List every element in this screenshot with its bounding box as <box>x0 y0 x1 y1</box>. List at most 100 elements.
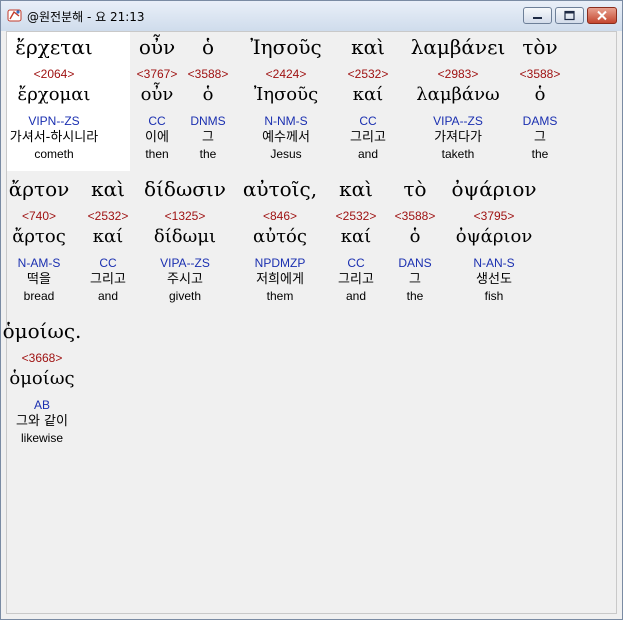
lemma: ὀψάριον <box>455 226 533 247</box>
parsing-code: NPDMZP <box>254 256 306 270</box>
parsing-code: CC <box>99 256 117 270</box>
english-gloss: likewise <box>20 431 63 445</box>
word-cell[interactable]: τὸν <3588> ὁ DAMS 그 the <box>512 32 568 162</box>
korean-gloss: 가셔서-하시니라 <box>9 130 99 145</box>
greek-word: καὶ <box>351 35 385 59</box>
strongs-number: <2064> <box>33 67 75 81</box>
parsing-code: VIPN--ZS <box>28 114 80 128</box>
strongs-number: <3588> <box>394 209 436 223</box>
parsing-code: N-AM-S <box>17 256 61 270</box>
english-gloss: taketh <box>441 147 475 161</box>
korean-gloss: 그 <box>202 130 214 145</box>
english-gloss: bread <box>23 289 55 303</box>
strongs-number: <2532> <box>87 209 129 223</box>
strongs-number: <3795> <box>473 209 515 223</box>
korean-gloss: 예수께서 <box>262 130 310 145</box>
korean-gloss: 그리고 <box>350 130 386 145</box>
korean-gloss: 그와 같이 <box>16 414 68 429</box>
lemma: ὁ <box>202 84 214 105</box>
word-cell[interactable]: ἄρτον <740> ἄρτος N-AM-S 떡을 bread <box>1 174 77 304</box>
word-cell[interactable]: καὶ <2532> καί CC 그리고 and <box>76 174 140 304</box>
strongs-number: <2424> <box>265 67 307 81</box>
greek-word: ἄρτον <box>8 177 70 201</box>
strongs-number: <2532> <box>347 67 389 81</box>
strongs-number: <740> <box>21 209 57 223</box>
window-title: @원전분해 - 요 21:13 <box>27 10 145 24</box>
lemma: ὁμοίως <box>9 368 75 389</box>
english-gloss: the <box>406 289 424 303</box>
parsing-code: AB <box>33 398 50 412</box>
word-cell[interactable]: καὶ <2532> καί CC 그리고 and <box>324 174 388 304</box>
strongs-number: <3588> <box>519 67 561 81</box>
parsing-code: DANS <box>398 256 432 270</box>
parsing-code: CC <box>148 114 166 128</box>
greek-word: Ἰησοῦς <box>250 35 322 59</box>
greek-word: αὐτοῖς, <box>242 177 318 201</box>
strongs-number: <2983> <box>437 67 479 81</box>
greek-word: ὀψάριον <box>451 177 537 201</box>
english-gloss: fish <box>484 289 504 303</box>
english-gloss: Jesus <box>270 147 302 161</box>
lemma: καί <box>352 84 384 105</box>
greek-word: οὖν <box>138 35 176 59</box>
title-bar[interactable]: @원전분해 - 요 21:13 <box>1 1 622 31</box>
word-cell[interactable]: ὁμοίως. <3668> ὁμοίως AB 그와 같이 likewise <box>0 316 87 446</box>
parsing-code: N-NM-S <box>264 114 308 128</box>
parsing-code: DAMS <box>522 114 558 128</box>
word-cell[interactable]: δίδωσιν <1325> δίδωμι VIPA--ZS 주시고 giveth <box>137 174 233 304</box>
lemma: ἔρχομαι <box>17 84 91 105</box>
word-cell[interactable]: ὁ <3588> ὁ DNMS 그 the <box>183 32 233 162</box>
korean-gloss: 그리고 <box>338 272 374 287</box>
maximize-icon <box>564 10 575 21</box>
minimize-icon <box>533 17 542 19</box>
strongs-number: <3588> <box>187 67 229 81</box>
lemma: ὁ <box>534 84 546 105</box>
greek-word: λαμβάνει <box>410 35 506 59</box>
greek-word: ὁμοίως. <box>2 319 82 343</box>
korean-gloss: 생선도 <box>476 272 512 287</box>
word-cell[interactable]: αὐτοῖς, <846> αὐτός NPDMZP 저희에게 them <box>232 174 328 304</box>
strongs-number: <2532> <box>335 209 377 223</box>
word-cell[interactable]: τὸ <3588> ὁ DANS 그 the <box>388 174 442 304</box>
word-cell[interactable]: καὶ <2532> καί CC 그리고 and <box>334 32 402 162</box>
strongs-number: <1325> <box>164 209 206 223</box>
interlinear-panel: ἔρχεται <2064> ἔρχομαι VIPN--ZS 가셔서-하시니라 come… <box>3 31 617 614</box>
word-cell[interactable]: ἔρχεται <2064> ἔρχομαι VIPN--ZS 가셔서-하시니라 come… <box>0 32 115 162</box>
english-gloss: cometh <box>34 147 74 161</box>
lemma: αὐτός <box>253 226 307 247</box>
greek-word: ὁ <box>201 35 215 59</box>
english-gloss: and <box>97 289 119 303</box>
word-cell[interactable]: λαμβάνει <2983> λαμβάνω VIPA--ZS 가져다가 taketh <box>404 32 512 162</box>
english-gloss: the <box>199 147 217 161</box>
greek-word: καὶ <box>339 177 373 201</box>
close-button[interactable] <box>587 7 617 24</box>
minimize-button[interactable] <box>523 7 552 24</box>
korean-gloss: 가져다가 <box>434 130 482 145</box>
english-gloss: them <box>266 289 294 303</box>
word-cell[interactable]: Ἰησοῦς <2424> Ἰησοῦς N-NM-S 예수께서 Jesus <box>236 32 336 162</box>
strongs-number: <3668> <box>21 351 63 365</box>
parsing-code: VIPA--ZS <box>433 114 483 128</box>
korean-gloss: 주시고 <box>167 272 203 287</box>
greek-word: δίδωσιν <box>144 177 226 201</box>
lemma: λαμβάνω <box>416 84 500 105</box>
app-window: @원전분해 - 요 21:13 ἔρχεται <2064> ἔρχομαι VIPN… <box>0 0 623 620</box>
greek-word: ἔρχεται <box>15 35 93 59</box>
maximize-button[interactable] <box>555 7 584 24</box>
korean-gloss: 떡을 <box>27 272 51 287</box>
korean-gloss: 그 <box>409 272 421 287</box>
word-cell[interactable]: οὖν <3767> οὖν CC 이에 then <box>123 32 191 162</box>
lemma: δίδωμι <box>153 226 217 247</box>
korean-gloss: 이에 <box>145 130 169 145</box>
english-gloss: and <box>357 147 379 161</box>
english-gloss: and <box>345 289 367 303</box>
korean-gloss: 그 <box>534 130 546 145</box>
strongs-number: <3767> <box>136 67 178 81</box>
bible-app-icon <box>7 9 22 22</box>
lemma: καί <box>92 226 124 247</box>
word-cell[interactable]: ὀψάριον <3795> ὀψάριον N-AN-S 생선도 fish <box>445 174 543 304</box>
greek-word: τὸν <box>522 35 558 59</box>
greek-word: καὶ <box>91 177 125 201</box>
lemma: οὖν <box>140 84 174 105</box>
english-gloss: giveth <box>168 289 202 303</box>
